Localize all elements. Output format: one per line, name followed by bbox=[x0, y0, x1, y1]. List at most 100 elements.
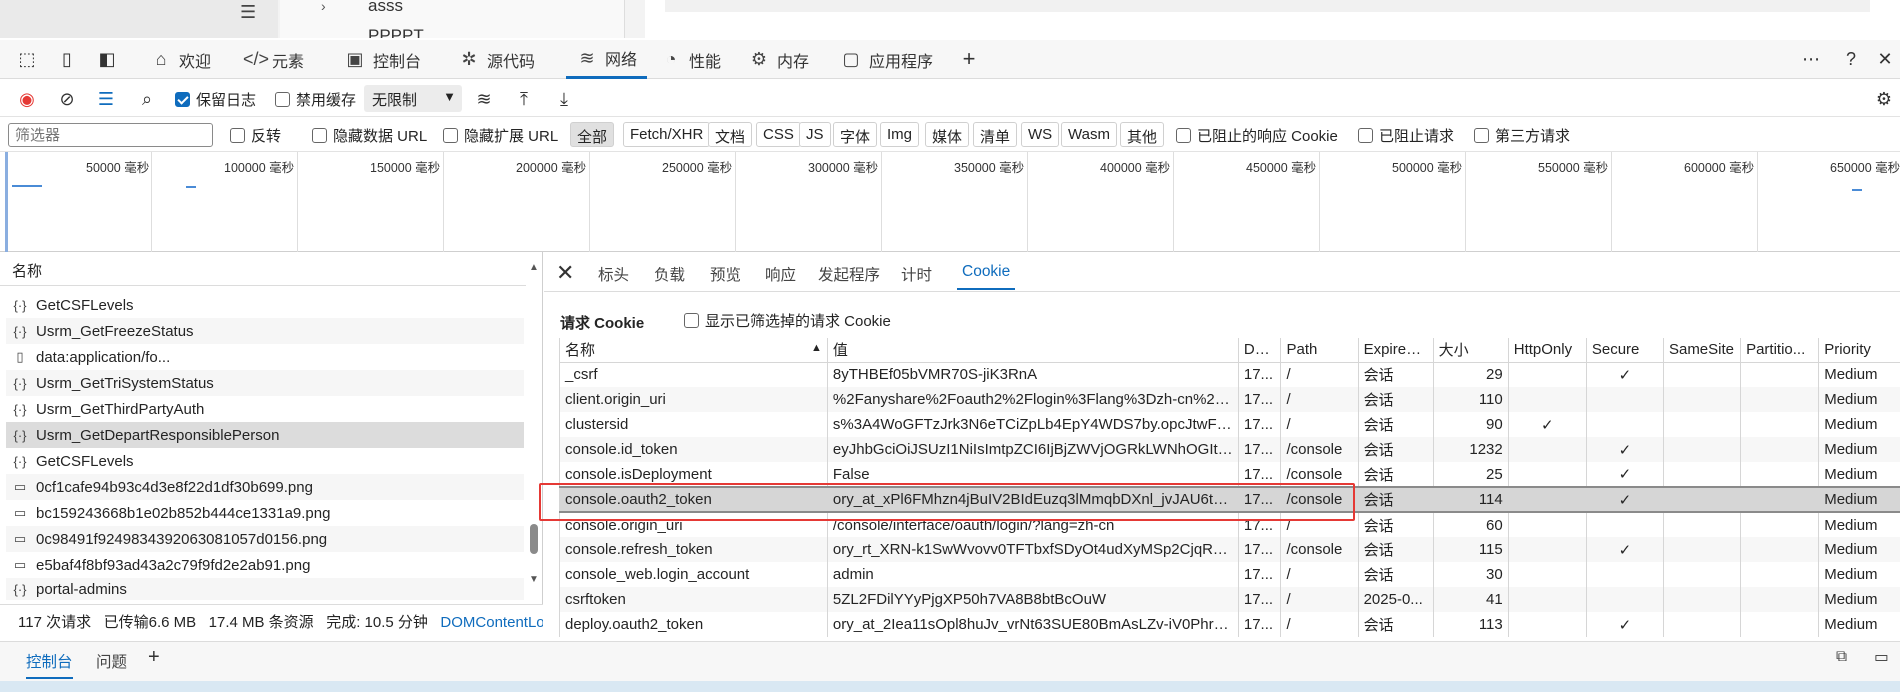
scroll-up-icon[interactable]: ▲ bbox=[529, 262, 539, 273]
hide-ext-url-checkbox[interactable]: 隐藏扩展 URL bbox=[443, 125, 558, 146]
checkbox-checked-icon[interactable] bbox=[175, 92, 190, 107]
request-list-header[interactable]: 名称 bbox=[0, 252, 526, 286]
filter-type-ws[interactable]: WS bbox=[1021, 122, 1060, 147]
filter-icon[interactable]: ☰ bbox=[94, 87, 118, 111]
list-item[interactable]: {·} portal-admins bbox=[6, 578, 524, 600]
filter-type-media[interactable]: 媒体 bbox=[925, 122, 970, 147]
record-icon[interactable]: ◉ bbox=[15, 87, 39, 111]
checkbox-unchecked-icon[interactable] bbox=[1474, 128, 1489, 143]
column-header[interactable]: Secure bbox=[1585, 338, 1664, 363]
checkbox-unchecked-icon[interactable] bbox=[684, 313, 699, 328]
column-header[interactable]: 名称 ▲ bbox=[559, 338, 828, 363]
tab-performance[interactable]: ◔ 性能 bbox=[660, 40, 721, 79]
help-icon[interactable]: ? bbox=[1840, 48, 1862, 70]
preserve-log-checkbox[interactable]: 保留日志 bbox=[175, 89, 256, 110]
filter-type-font[interactable]: 字体 bbox=[833, 122, 878, 147]
tab-memory[interactable]: ⚙ 内存 bbox=[748, 40, 809, 79]
more-options-icon[interactable]: ⋯ bbox=[1800, 48, 1822, 70]
tab-timing[interactable]: 计时 bbox=[901, 263, 932, 285]
table-row[interactable]: console.isDeployment False 17.../console 会话… bbox=[559, 462, 1900, 487]
table-row-selected[interactable]: console.oauth2_token ory_at_xPl6FMhzn4jBu… bbox=[559, 486, 1900, 513]
checkbox-unchecked-icon[interactable] bbox=[230, 128, 245, 143]
request-list-scrollbar[interactable]: ▲ ▼ bbox=[526, 252, 543, 592]
table-row[interactable]: csrftoken 5ZL2FDilYYyPjgXP50h7VA8B8btBcOu… bbox=[559, 587, 1900, 612]
list-item[interactable]: {·} Usrm_GetTriSystemStatus bbox=[6, 370, 524, 396]
table-row[interactable]: console.refresh_token ory_rt_XRN-k1SwWvov… bbox=[559, 537, 1900, 562]
checkbox-unchecked-icon[interactable] bbox=[443, 128, 458, 143]
tab-cookies[interactable]: Cookie bbox=[957, 263, 1016, 290]
list-item[interactable]: ▭ e5baf4f8bf93ad43a2c79f9fd2e2ab91.png bbox=[6, 552, 524, 578]
tab-network[interactable]: ≋ 网络 bbox=[566, 40, 648, 79]
hide-data-url-checkbox[interactable]: 隐藏数据 URL bbox=[312, 125, 427, 146]
tree-item[interactable]: PPPPT bbox=[368, 26, 424, 38]
list-item[interactable]: ▭ 0cf1cafe94b93c4d3e8f22d1df30b699.png bbox=[6, 474, 524, 500]
tab-console[interactable]: ▣ 控制台 bbox=[344, 40, 421, 79]
export-har-icon[interactable]: ⤓ bbox=[552, 87, 576, 111]
column-header[interactable]: Partitio... bbox=[1740, 338, 1819, 363]
column-header[interactable]: 大小 bbox=[1432, 338, 1509, 363]
column-header[interactable]: SameSite bbox=[1662, 338, 1741, 363]
scroll-thumb[interactable] bbox=[530, 524, 538, 554]
blocked-requests-checkbox[interactable]: 已阻止请求 bbox=[1358, 125, 1454, 146]
list-item[interactable]: {·} GetCSFLevels bbox=[6, 292, 524, 318]
filter-type-doc[interactable]: 文档 bbox=[708, 122, 753, 147]
column-header[interactable]: Path bbox=[1280, 338, 1359, 363]
tab-welcome[interactable]: ⌂ 欢迎 bbox=[150, 40, 211, 79]
table-row[interactable]: clustersid s%3A4WoGFTzJrk3N6eTCiZpLb4EpY4… bbox=[559, 412, 1900, 437]
filter-type-wasm[interactable]: Wasm bbox=[1061, 122, 1117, 147]
column-header[interactable]: Priority bbox=[1818, 338, 1900, 363]
clear-icon[interactable]: ⊘ bbox=[55, 87, 79, 111]
import-har-icon[interactable]: ⤒ bbox=[512, 87, 536, 111]
tree-item[interactable]: asss bbox=[368, 0, 403, 16]
list-item[interactable]: {·} GetCSFLevels bbox=[6, 448, 524, 474]
sidebar-toggle-icon[interactable]: ◧ bbox=[96, 48, 118, 70]
filter-type-all[interactable]: 全部 bbox=[570, 122, 615, 147]
list-item-selected[interactable]: {·} Usrm_GetDepartResponsiblePerson bbox=[6, 422, 524, 448]
column-header[interactable]: Do... bbox=[1237, 338, 1281, 363]
list-item[interactable]: ▭ 0c98491f9249834392063081057d0156.png bbox=[6, 526, 524, 552]
collapse-menu-icon[interactable]: ☰ bbox=[240, 2, 264, 22]
tab-initiator[interactable]: 发起程序 bbox=[818, 263, 880, 285]
filter-type-img[interactable]: Img bbox=[880, 122, 920, 147]
list-item[interactable]: {·} Usrm_GetThirdPartyAuth bbox=[6, 396, 524, 422]
column-header[interactable]: 值 bbox=[826, 338, 1239, 363]
filter-type-other[interactable]: 其他 bbox=[1120, 122, 1165, 147]
list-item[interactable]: {·} Usrm_GetFreezeStatus bbox=[6, 318, 524, 344]
throttle-select[interactable]: 无限制 ▼ bbox=[364, 85, 462, 112]
filter-type-css[interactable]: CSS bbox=[756, 122, 801, 147]
search-icon[interactable]: ⌕ bbox=[135, 87, 159, 111]
add-tab-icon[interactable]: + bbox=[958, 48, 980, 70]
column-header[interactable]: Expires ... bbox=[1357, 338, 1434, 363]
tab-preview[interactable]: 预览 bbox=[710, 263, 741, 285]
checkbox-unchecked-icon[interactable] bbox=[1176, 128, 1191, 143]
timeline-overview[interactable]: 50000 毫秒 100000 毫秒 150000 毫秒 200000 毫秒 2… bbox=[0, 152, 1900, 252]
tree-expand-icon[interactable]: › bbox=[321, 0, 326, 14]
checkbox-unchecked-icon[interactable] bbox=[1358, 128, 1373, 143]
column-header[interactable]: HttpOnly bbox=[1507, 338, 1587, 363]
settings-gear-icon[interactable]: ⚙ bbox=[1872, 87, 1896, 111]
tab-application[interactable]: ▢ 应用程序 bbox=[840, 40, 933, 79]
checkbox-unchecked-icon[interactable] bbox=[312, 128, 327, 143]
filter-input[interactable] bbox=[8, 123, 213, 147]
drawer-tab-issues[interactable]: 问题 bbox=[96, 650, 127, 672]
tab-sources[interactable]: ✲ 源代码 bbox=[458, 40, 535, 79]
close-icon[interactable]: ✕ bbox=[556, 260, 574, 286]
checkbox-unchecked-icon[interactable] bbox=[275, 92, 290, 107]
network-conditions-icon[interactable]: ≋ bbox=[472, 87, 496, 111]
table-row[interactable]: _csrf 8yTHBEf05bVMR70S-jiK3RnA 17... / 会话 29 ✓… bbox=[559, 362, 1900, 387]
table-row[interactable]: console.id_token eyJhbGciOiJSUzI1NiIsImtp… bbox=[559, 437, 1900, 462]
tab-elements[interactable]: </> 元素 bbox=[243, 40, 304, 79]
disable-cache-checkbox[interactable]: 禁用缓存 bbox=[275, 89, 356, 110]
undock-drawer-icon[interactable]: ▭ bbox=[1874, 648, 1889, 667]
tab-response[interactable]: 响应 bbox=[765, 263, 796, 285]
list-item[interactable]: ▭ bc159243668b1e02b852b444ce1331a9.png bbox=[6, 500, 524, 526]
table-row[interactable]: console.origin_uri/console/interface/oau… bbox=[559, 512, 1900, 537]
scroll-down-icon[interactable]: ▼ bbox=[529, 574, 539, 585]
table-row[interactable]: console_web.login_account admin 17... / 会话 30… bbox=[559, 562, 1900, 587]
tab-headers[interactable]: 标头 bbox=[598, 263, 629, 285]
add-drawer-tab-icon[interactable]: + bbox=[148, 646, 160, 669]
filter-type-manifest[interactable]: 清单 bbox=[973, 122, 1018, 147]
list-item[interactable]: ▯ data:application/fo... bbox=[6, 344, 524, 370]
filter-type-js[interactable]: JS bbox=[799, 122, 831, 147]
drawer-tab-console[interactable]: 控制台 bbox=[26, 650, 73, 679]
